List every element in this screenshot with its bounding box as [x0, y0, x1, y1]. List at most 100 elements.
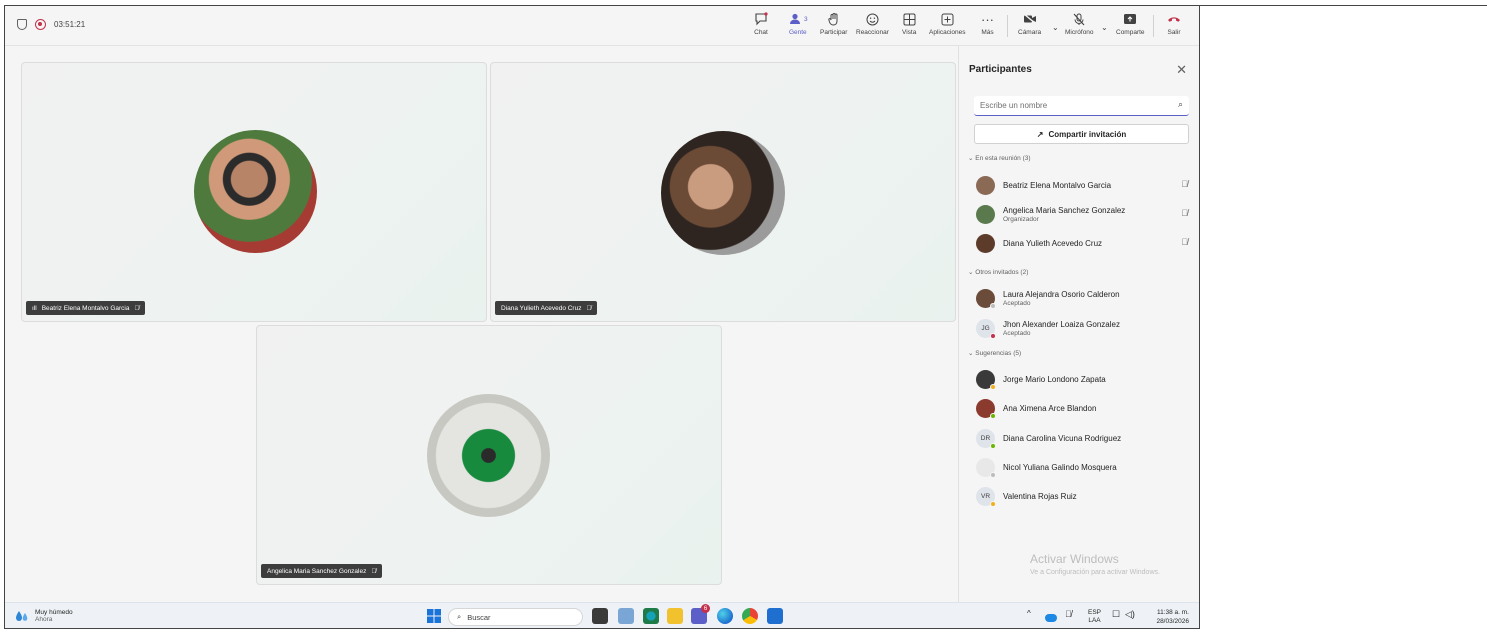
- status-badge: [990, 332, 996, 339]
- avatar: VR: [976, 486, 996, 507]
- close-icon[interactable]: ✕: [1176, 62, 1187, 78]
- chevron-down-icon: ⌄: [968, 155, 974, 162]
- people-icon: 3: [788, 9, 808, 29]
- participant-row[interactable]: Nicol Yuliana Galindo Mosquera: [976, 455, 1191, 479]
- react-button[interactable]: Reaccionar: [856, 9, 889, 43]
- task-view-icon[interactable]: [592, 608, 608, 624]
- search-icon: ⌕: [1177, 99, 1183, 109]
- share-icon: ↗: [1036, 129, 1044, 139]
- share-screen-icon: [1123, 9, 1137, 29]
- file-explorer-icon[interactable]: [667, 608, 683, 624]
- video-tile[interactable]: Diana Yulieth Acevedo Cruz 🎙̸: [490, 62, 956, 322]
- start-icon[interactable]: [426, 608, 442, 624]
- participant-name-tag: ıll Beatriz Elena Montalvo Garcia 🎙̸: [26, 301, 146, 315]
- chevron-down-icon: ⌄: [1101, 22, 1108, 32]
- signal-icon: ıll: [32, 304, 37, 312]
- toolbar-divider: [1153, 15, 1154, 37]
- share-button[interactable]: Comparte: [1116, 9, 1145, 43]
- humidity-icon: [16, 611, 28, 621]
- section-header-other-invitees[interactable]: ⌄ Otros invitados (2): [968, 268, 1028, 276]
- weather-widget[interactable]: Muy húmedo Ahora: [15, 609, 73, 623]
- taskbar-search-input[interactable]: ⌕ Buscar: [448, 608, 583, 626]
- participant-row[interactable]: Jorge Mario Londono Zapata: [976, 367, 1191, 391]
- hang-up-icon: [1167, 9, 1181, 29]
- status-badge: [990, 383, 996, 390]
- people-button[interactable]: 3 Gente: [788, 9, 808, 43]
- leave-button[interactable]: Salir: [1167, 9, 1181, 43]
- status-badge: [990, 442, 996, 449]
- apps-button[interactable]: Aplicaciones: [929, 9, 966, 43]
- outlook-icon[interactable]: [767, 608, 783, 624]
- avatar: [976, 398, 996, 419]
- participant-row[interactable]: Beatriz Elena Montalvo Garcia 🎙̸: [976, 173, 1191, 197]
- more-icon: ···: [981, 11, 994, 27]
- edge-icon[interactable]: [717, 608, 733, 624]
- camera-button[interactable]: Cámara: [1018, 9, 1041, 43]
- mic-off-icon: 🎙̸: [371, 567, 377, 575]
- edge-beta-icon[interactable]: [643, 608, 659, 624]
- language-indicator[interactable]: ESP LAA: [1088, 609, 1101, 625]
- mic-off-icon: 🎙̸: [586, 304, 592, 312]
- chrome-icon[interactable]: [742, 608, 758, 624]
- clock[interactable]: 11:38 a. m. 28/03/2026: [1156, 608, 1189, 626]
- teams-meeting-window: 03:51:21 Chat 3 Gente Participar Reaccio…: [4, 5, 1200, 629]
- participant-search-input[interactable]: Escribe un nombre ⌕: [974, 96, 1189, 116]
- status-badge: [990, 500, 996, 507]
- raise-hand-button[interactable]: Participar: [820, 9, 847, 43]
- chevron-down-icon: ⌄: [968, 269, 974, 276]
- avatar: [976, 457, 996, 478]
- view-button[interactable]: Vista: [902, 9, 916, 43]
- participant-row[interactable]: JG Jhon Alexander Loaiza Gonzalez Acepta…: [976, 316, 1191, 340]
- avatar: [976, 369, 996, 390]
- recording-icon: [35, 19, 46, 30]
- add-app-icon: [941, 9, 954, 29]
- hand-icon: [828, 9, 840, 29]
- chat-button[interactable]: Chat: [754, 9, 768, 43]
- panel-title: Participantes: [969, 64, 1032, 75]
- more-button[interactable]: ··· Más: [981, 9, 994, 43]
- participant-name-tag: Angelica Maria Sanchez Gonzalez 🎙̸: [261, 564, 383, 578]
- avatar: DR: [976, 428, 996, 449]
- participants-panel: Participantes ✕ Escribe un nombre ⌕ ↗ Co…: [958, 46, 1199, 602]
- chevron-up-icon[interactable]: ^: [1027, 609, 1031, 618]
- participant-avatar: [194, 130, 317, 253]
- mic-off-icon[interactable]: 🎙̸: [1065, 609, 1072, 619]
- top-rule: [1200, 5, 1487, 6]
- mic-off-icon: 🎙̸: [1181, 237, 1188, 247]
- participant-row[interactable]: Diana Yulieth Acevedo Cruz 🎙̸: [976, 231, 1191, 255]
- smiley-icon: [866, 9, 879, 29]
- toolbar-divider: [1007, 15, 1008, 37]
- activate-windows-watermark: Activar Windows Ve a Configuración para …: [1030, 552, 1160, 576]
- volume-icon[interactable]: ◁): [1125, 609, 1135, 620]
- mic-off-icon: 🎙̸: [134, 304, 140, 312]
- avatar: JG: [976, 318, 996, 339]
- teams-icon[interactable]: 6: [691, 604, 710, 624]
- onedrive-icon[interactable]: [1045, 614, 1057, 622]
- video-tile[interactable]: Angelica Maria Sanchez Gonzalez 🎙̸: [256, 325, 722, 585]
- meeting-status: 03:51:21: [17, 19, 85, 30]
- avatar: [976, 204, 995, 224]
- participant-row[interactable]: VR Valentina Rojas Ruiz: [976, 484, 1191, 508]
- section-header-in-meeting[interactable]: ⌄ En esta reunión (3): [968, 154, 1031, 162]
- section-header-suggestions[interactable]: ⌄ Sugerencias (5): [968, 349, 1021, 357]
- participant-avatar: [661, 131, 785, 255]
- avatar: [976, 233, 995, 253]
- participant-row[interactable]: Laura Alejandra Osorio Calderon Aceptado: [976, 286, 1191, 310]
- mic-off-icon: 🎙̸: [1181, 179, 1188, 189]
- participant-row[interactable]: Ana Ximena Arce Blandon: [976, 396, 1191, 420]
- network-icon[interactable]: ☐: [1112, 609, 1120, 620]
- mic-off-icon: 🎙̸: [1181, 208, 1188, 218]
- mic-off-icon: [1073, 9, 1085, 29]
- status-badge: [990, 302, 996, 309]
- video-tile[interactable]: ıll Beatriz Elena Montalvo Garcia 🎙̸: [21, 62, 487, 322]
- chevron-down-icon: ⌄: [968, 350, 974, 357]
- photos-icon[interactable]: [618, 608, 634, 624]
- participant-name-tag: Diana Yulieth Acevedo Cruz 🎙̸: [495, 301, 598, 315]
- status-badge: [990, 412, 996, 419]
- participant-row[interactable]: Angelica Maria Sanchez Gonzalez Organiza…: [976, 202, 1191, 226]
- share-invite-button[interactable]: ↗ Compartir invitación: [974, 124, 1189, 144]
- microphone-button[interactable]: Micrófono: [1065, 9, 1094, 43]
- chevron-down-icon: ⌄: [1052, 22, 1059, 32]
- people-count: 3: [804, 15, 808, 23]
- participant-row[interactable]: DR Diana Carolina Vicuna Rodriguez: [976, 426, 1191, 450]
